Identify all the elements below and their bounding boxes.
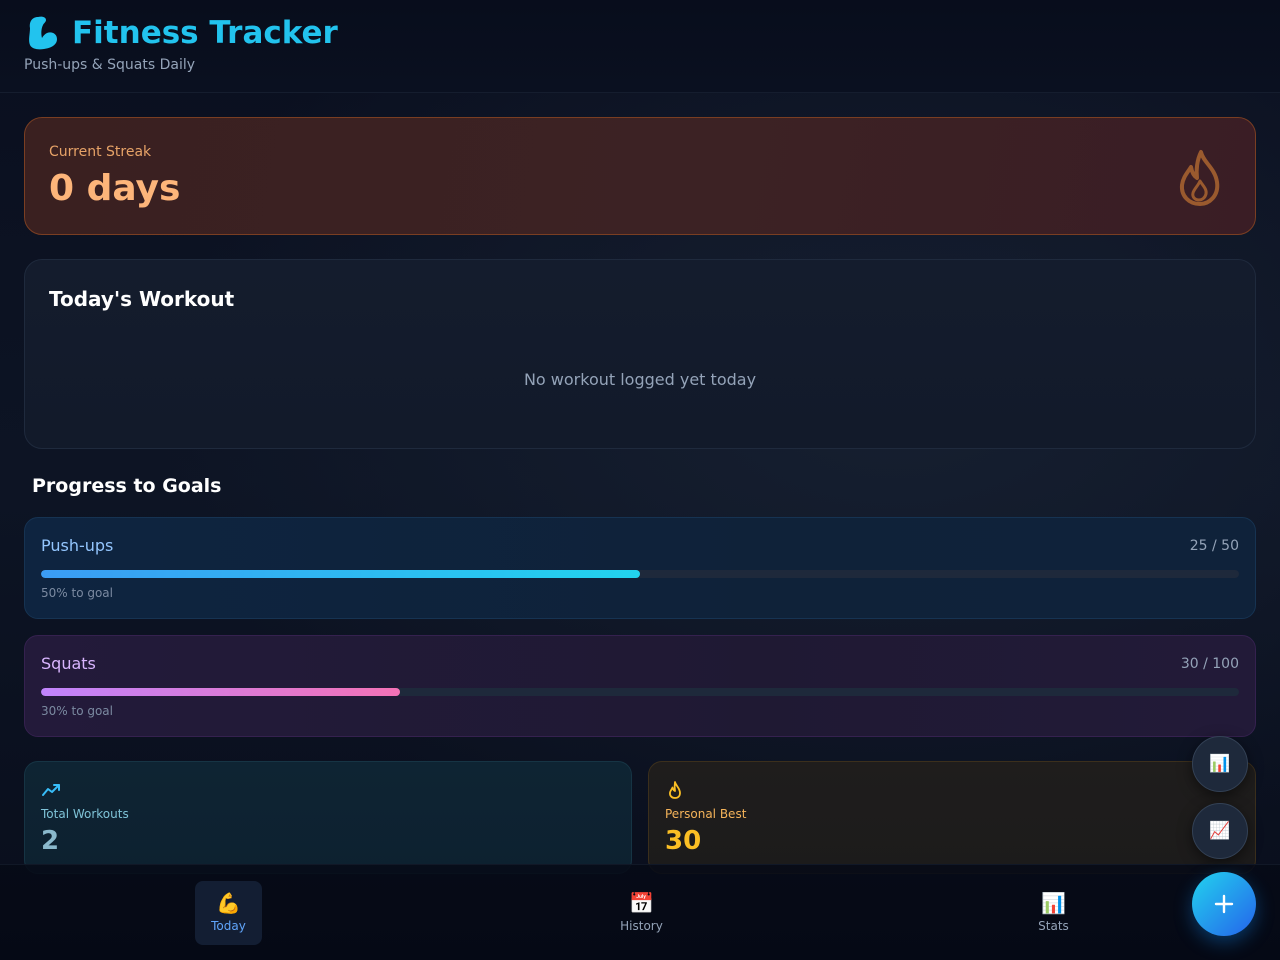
plus-icon (1214, 894, 1234, 914)
stats-fab-button[interactable]: 📊 (1192, 736, 1248, 792)
todays-workout-card: Today's Workout No workout logged yet to… (24, 259, 1256, 449)
nav-label: History (620, 919, 663, 933)
add-workout-button[interactable] (1192, 872, 1256, 936)
stat-value: 30 (665, 826, 702, 856)
bar-chart-icon: 📊 (1209, 754, 1231, 774)
calendar-icon: 📅 (629, 891, 654, 915)
app-title-text: Fitness Tracker (72, 15, 338, 51)
goals-section-title: Progress to Goals (32, 475, 222, 497)
goal-count: 30 / 100 (1180, 656, 1239, 672)
bottom-nav: 💪 Today 📅 History 📊 Stats (0, 864, 1280, 960)
flame-icon (669, 781, 681, 799)
goal-progress-track (41, 570, 1239, 578)
streak-value: 0 days (49, 168, 181, 209)
goal-progress-fill (41, 570, 640, 578)
goal-progress-track (41, 688, 1239, 696)
goal-name: Push-ups (41, 536, 114, 555)
trending-chart-icon: 📈 (1209, 821, 1231, 841)
stat-card-personal-best: Personal Best 30 (648, 761, 1256, 874)
goal-caption: 30% to goal (41, 704, 113, 718)
flexed-biceps-icon (24, 14, 62, 52)
goal-card-squats: Squats 30 / 100 30% to goal (24, 635, 1256, 737)
stat-label: Personal Best (665, 807, 747, 821)
trends-fab-button[interactable]: 📈 (1192, 803, 1248, 859)
streak-card: Current Streak 0 days (24, 117, 1256, 235)
goal-name: Squats (41, 654, 96, 673)
nav-item-today[interactable]: 💪 Today (195, 881, 262, 945)
stat-card-total-workouts: Total Workouts 2 (24, 761, 632, 874)
nav-label: Stats (1038, 919, 1069, 933)
trending-up-icon (42, 784, 60, 796)
flexed-biceps-icon: 💪 (216, 891, 241, 915)
nav-item-stats[interactable]: 📊 Stats (1020, 881, 1087, 945)
goal-card-pushups: Push-ups 25 / 50 50% to goal (24, 517, 1256, 619)
flame-icon (1179, 150, 1220, 206)
app-title: Fitness Tracker (24, 14, 338, 52)
streak-label: Current Streak (49, 144, 152, 160)
nav-item-history[interactable]: 📅 History (608, 881, 675, 945)
workout-title: Today's Workout (49, 287, 235, 311)
bar-chart-icon: 📊 (1041, 891, 1066, 915)
app-subtitle: Push-ups & Squats Daily (24, 57, 196, 73)
goal-count: 25 / 50 (1189, 538, 1239, 554)
app-header: Fitness Tracker Push-ups & Squats Daily (0, 0, 1280, 93)
goal-caption: 50% to goal (41, 586, 113, 600)
goal-progress-fill (41, 688, 401, 696)
nav-label: Today (211, 919, 246, 933)
workout-empty-message: No workout logged yet today (523, 370, 757, 389)
stat-value: 2 (41, 826, 60, 856)
stat-label: Total Workouts (41, 807, 129, 821)
